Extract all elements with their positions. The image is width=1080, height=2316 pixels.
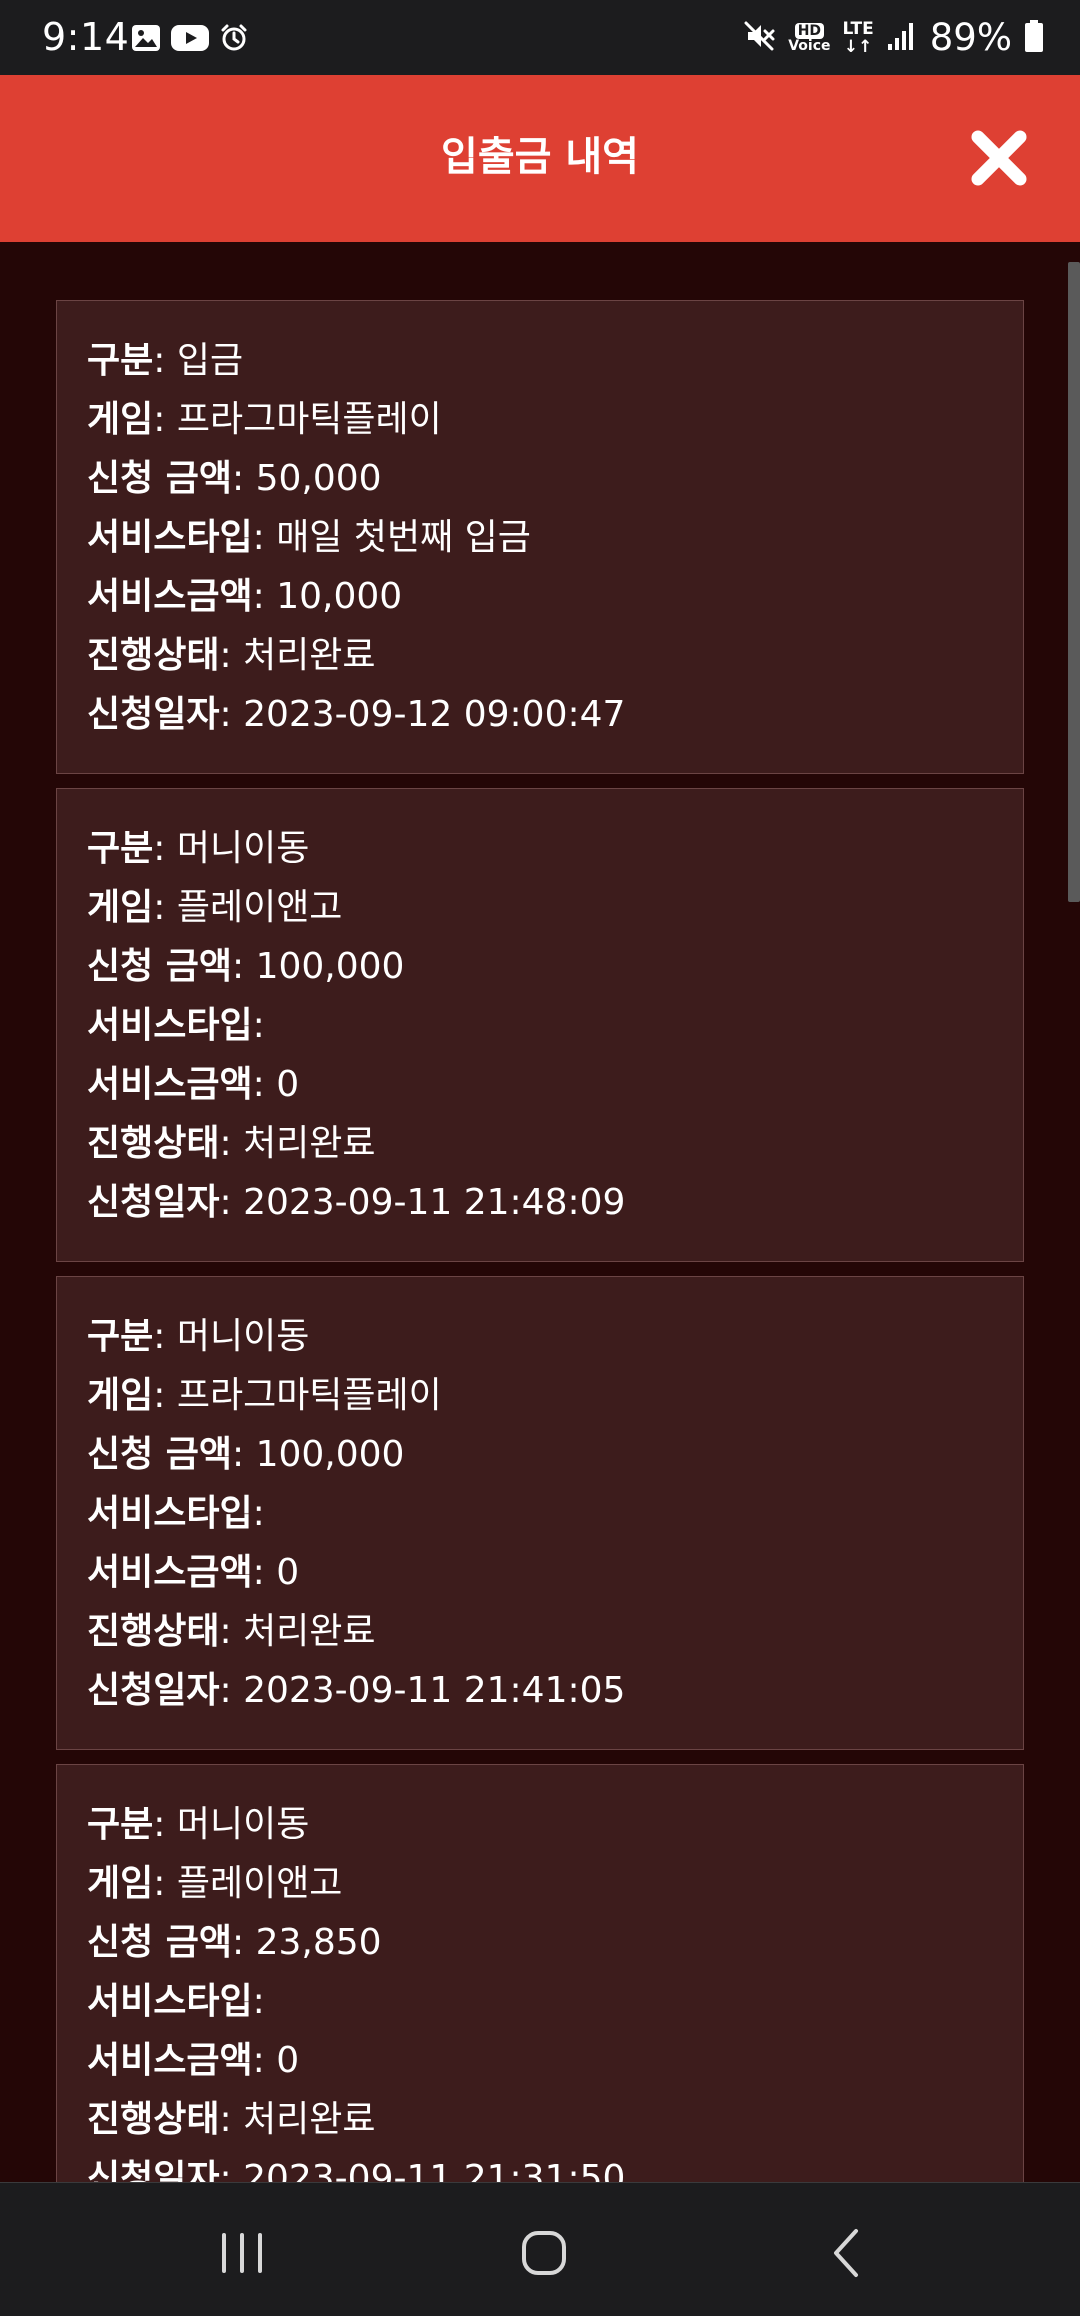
lte-icon: LTE ↓↑ bbox=[843, 20, 874, 56]
close-icon bbox=[971, 130, 1027, 186]
row-type: 구분: 머니이동 bbox=[87, 828, 310, 869]
page-header: 입출금 내역 bbox=[0, 75, 1080, 242]
row-game: 게임: 프라그마틱플레이 bbox=[87, 399, 442, 440]
row-date: 신청일자: 2023-09-11 21:41:05 bbox=[87, 1670, 626, 1711]
row-amount: 신청 금액: 23,850 bbox=[87, 1922, 382, 1963]
hd-voice-icon: HD Voice bbox=[788, 23, 831, 54]
row-game: 게임: 플레이앤고 bbox=[87, 887, 343, 928]
mute-icon bbox=[742, 19, 776, 57]
row-status: 진행상태: 처리완료 bbox=[87, 2099, 376, 2140]
row-service-type: 서비스타입: bbox=[87, 1493, 265, 1534]
back-button[interactable] bbox=[808, 2213, 888, 2293]
page-title: 입출금 내역 bbox=[441, 134, 639, 180]
hd-label: HD bbox=[794, 23, 825, 39]
scrollbar[interactable] bbox=[1068, 262, 1080, 902]
row-amount: 신청 금액: 100,000 bbox=[87, 946, 405, 987]
row-amount: 신청 금액: 100,000 bbox=[87, 1434, 405, 1475]
row-date: 신청일자: 2023-09-11 21:31:50 bbox=[87, 2158, 626, 2182]
lte-label: LTE bbox=[842, 19, 874, 39]
row-service-amount: 서비스금액: 0 bbox=[87, 2040, 300, 2081]
row-service-type: 서비스타입: bbox=[87, 1981, 265, 2022]
row-service-type: 서비스타입: bbox=[87, 1005, 265, 1046]
row-game: 게임: 프라그마틱플레이 bbox=[87, 1375, 442, 1416]
row-type: 구분: 입금 bbox=[87, 340, 244, 381]
row-status: 진행상태: 처리완료 bbox=[87, 1611, 376, 1652]
back-icon bbox=[834, 2229, 858, 2277]
close-button[interactable] bbox=[966, 125, 1032, 191]
lte-arrows: ↓↑ bbox=[843, 37, 873, 57]
transaction-card: 구분: 머니이동 게임: 플레이앤고 신청 금액: 100,000 서비스타입:… bbox=[56, 788, 1024, 1262]
status-time: 9:14 bbox=[42, 15, 130, 59]
row-amount: 신청 금액: 50,000 bbox=[87, 458, 382, 499]
status-notification-icons bbox=[130, 22, 250, 58]
voice-label: Voice bbox=[788, 38, 831, 54]
status-bar: 9:14 HD Voice LTE ↓↑ 89% bbox=[0, 0, 1080, 75]
battery-percent: 89% bbox=[929, 16, 1012, 59]
row-game: 게임: 플레이앤고 bbox=[87, 1863, 343, 1904]
row-service-amount: 서비스금액: 0 bbox=[87, 1064, 300, 1105]
home-icon bbox=[522, 2231, 566, 2275]
row-status: 진행상태: 처리완료 bbox=[87, 635, 376, 676]
battery-icon bbox=[1024, 19, 1044, 57]
gallery-icon bbox=[130, 22, 162, 58]
row-date: 신청일자: 2023-09-11 21:48:09 bbox=[87, 1182, 626, 1223]
row-service-amount: 서비스금액: 0 bbox=[87, 1552, 300, 1593]
signal-icon bbox=[886, 20, 918, 56]
row-service-type: 서비스타입: 매일 첫번째 입금 bbox=[87, 517, 531, 558]
transaction-card: 구분: 입금 게임: 프라그마틱플레이 신청 금액: 50,000 서비스타입:… bbox=[56, 300, 1024, 774]
home-button[interactable] bbox=[504, 2213, 584, 2293]
transaction-card: 구분: 머니이동 게임: 플레이앤고 신청 금액: 23,850 서비스타입: … bbox=[56, 1764, 1024, 2182]
recent-apps-icon bbox=[222, 2233, 262, 2273]
row-type: 구분: 머니이동 bbox=[87, 1804, 310, 1845]
alarm-icon bbox=[218, 22, 250, 58]
row-status: 진행상태: 처리완료 bbox=[87, 1123, 376, 1164]
status-system-icons: HD Voice LTE ↓↑ 89% bbox=[742, 18, 1044, 58]
row-service-amount: 서비스금액: 10,000 bbox=[87, 576, 403, 617]
row-date: 신청일자: 2023-09-12 09:00:47 bbox=[87, 694, 626, 735]
navigation-bar bbox=[0, 2182, 1080, 2316]
recent-apps-button[interactable] bbox=[202, 2213, 282, 2293]
youtube-icon bbox=[170, 22, 210, 58]
row-type: 구분: 머니이동 bbox=[87, 1316, 310, 1357]
transaction-card: 구분: 머니이동 게임: 프라그마틱플레이 신청 금액: 100,000 서비스… bbox=[56, 1276, 1024, 1750]
transaction-list[interactable]: 구분: 입금 게임: 프라그마틱플레이 신청 금액: 50,000 서비스타입:… bbox=[0, 242, 1080, 2182]
